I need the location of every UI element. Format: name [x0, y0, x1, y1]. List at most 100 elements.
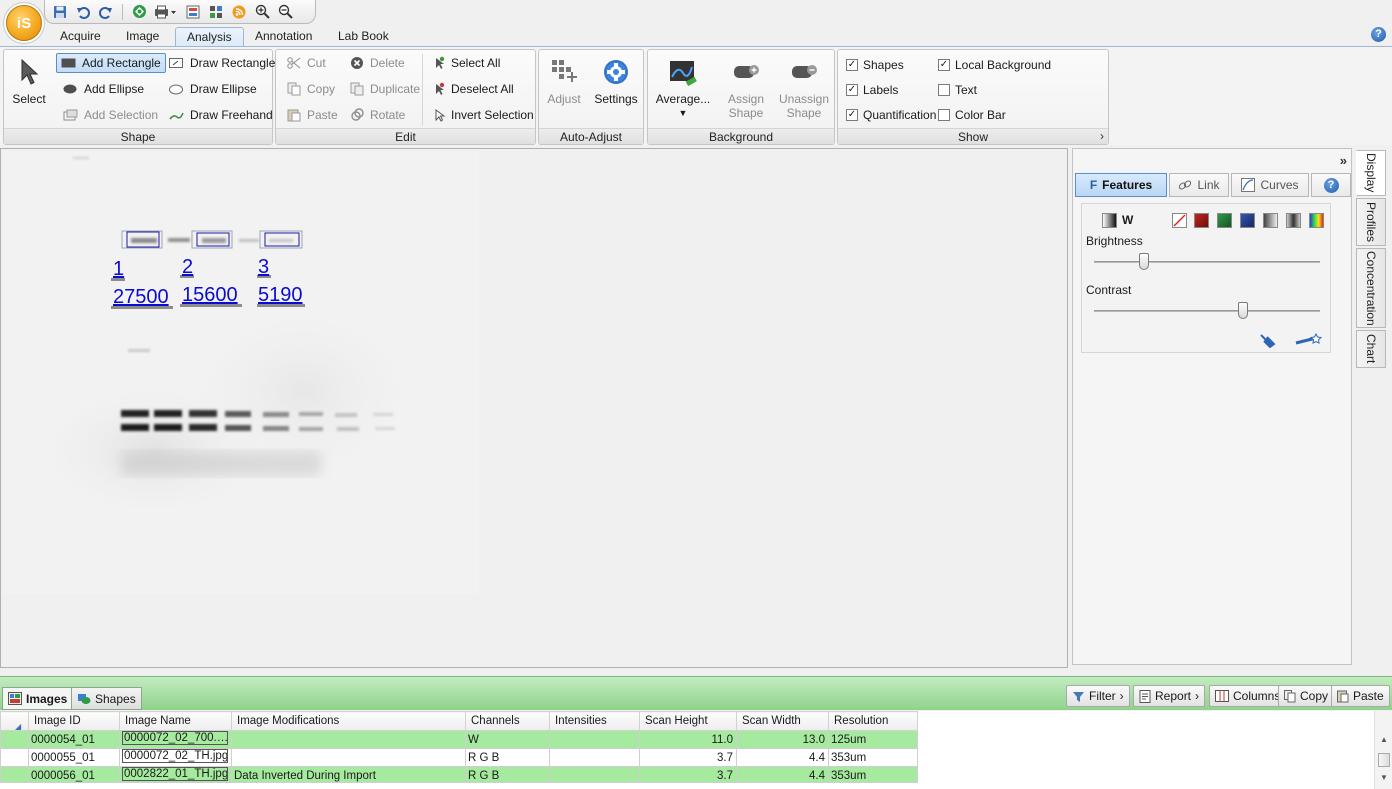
draw-freehand-button[interactable]: Draw Freehand [165, 105, 277, 125]
tab-acquire[interactable]: Acquire [50, 27, 111, 48]
show-text-checkbox[interactable]: Text [938, 83, 977, 97]
redo-icon[interactable] [97, 3, 115, 21]
green-swatch[interactable] [1217, 213, 1232, 228]
undo-icon[interactable] [74, 3, 92, 21]
invert-selection-button[interactable]: Invert Selection [429, 105, 538, 125]
average-button[interactable]: Average... ▼ [652, 56, 714, 120]
unassign-shape-button[interactable]: Unassign Shape [778, 56, 830, 120]
curves-icon [1241, 178, 1256, 192]
columns-button[interactable]: Columns [1209, 685, 1287, 707]
tab-images[interactable]: Images [2, 687, 74, 710]
contrast-slider[interactable] [1238, 302, 1249, 319]
cut-button[interactable]: Cut [283, 53, 330, 73]
rainbow-swatch[interactable] [1309, 213, 1324, 228]
tab-features[interactable]: F Features [1075, 173, 1167, 197]
draw-rectangle-button[interactable]: Draw Rectangle [165, 53, 279, 73]
column-header-image-name[interactable]: Image Name [119, 711, 232, 731]
brightness-slider[interactable] [1138, 253, 1149, 270]
column-header-image-id[interactable]: Image ID [28, 711, 120, 731]
collapse-panel-icon[interactable]: » [1340, 153, 1347, 168]
features-label: Features [1102, 178, 1153, 192]
auto-pick-icon[interactable] [1258, 332, 1276, 351]
column-header-image-modifications[interactable]: Image Modifications [231, 711, 466, 731]
side-tab-concentration[interactable]: Concentration [1356, 248, 1386, 328]
scan-icon[interactable] [130, 3, 148, 21]
partial-row [0, 782, 918, 789]
panel-help-button[interactable]: ? [1311, 173, 1351, 197]
grayscale-swatch[interactable] [1102, 213, 1117, 228]
column-header-intensities[interactable]: Intensities [549, 711, 640, 731]
table-row[interactable]: 0000054_01 0000072_02_700.… W 11.0 13.0 … [0, 730, 918, 749]
gel-image[interactable]: 1 2 3 27500 15600 5190 [3, 151, 479, 594]
add-rectangle-button[interactable]: Add Rectangle [56, 53, 166, 73]
save-icon[interactable] [51, 3, 69, 21]
side-tab-chart[interactable]: Chart [1356, 330, 1386, 368]
paste-button[interactable]: Paste [283, 105, 342, 125]
pointer-icon [13, 56, 45, 88]
tab-lab-book[interactable]: Lab Book [328, 27, 399, 48]
add-selection-button[interactable]: Add Selection [59, 105, 162, 125]
tab-shapes[interactable]: Shapes [71, 687, 142, 710]
cell-scan-width: 13.0 [736, 730, 829, 749]
table-row[interactable]: 0000055_01 0000072_02_TH.jpg R G B 3.7 4… [0, 748, 918, 767]
show-quantification-checkbox[interactable]: ✓ Quantification [846, 108, 936, 122]
column-header-resolution[interactable]: Resolution [828, 711, 918, 731]
image-workspace[interactable]: 1 2 3 27500 15600 5190 [0, 148, 1068, 668]
tab-image[interactable]: Image [116, 27, 169, 48]
reset-wand-icon[interactable] [1294, 332, 1323, 351]
row-selector[interactable] [0, 748, 29, 767]
column-header-channels[interactable]: Channels [465, 711, 550, 731]
blue-swatch[interactable] [1240, 213, 1255, 228]
rss-icon[interactable] [230, 3, 248, 21]
copy-button[interactable]: Copy [283, 79, 339, 99]
ribbon: Select Add Rectangle Add Ellipse Add Sel… [0, 46, 1392, 145]
scroll-down-icon[interactable]: ▼ [1380, 773, 1388, 782]
assign-shape-button[interactable]: Assign Shape [720, 56, 772, 120]
show-labels-checkbox[interactable]: ✓ Labels [846, 83, 898, 97]
export-icon[interactable] [184, 3, 202, 21]
tab-annotation[interactable]: Annotation [245, 27, 322, 48]
tab-analysis[interactable]: Analysis [175, 27, 244, 48]
adjust-button[interactable]: Adjust [543, 56, 585, 106]
inverted-gray-swatch[interactable] [1263, 213, 1278, 228]
rotate-button[interactable]: Rotate [346, 105, 409, 125]
draw-ellipse-button[interactable]: Draw Ellipse [165, 79, 261, 99]
tab-curves[interactable]: Curves [1231, 173, 1309, 197]
table-paste-button[interactable]: Paste [1331, 685, 1390, 707]
show-local-background-checkbox[interactable]: ✓ Local Background [938, 58, 1051, 72]
report-button[interactable]: Report › [1133, 685, 1206, 707]
add-ellipse-button[interactable]: Add Ellipse [59, 79, 148, 99]
grid-icon[interactable] [207, 3, 225, 21]
side-tab-display[interactable]: Display [1356, 150, 1386, 196]
table-scrollbar[interactable]: ▲ ▼ [1374, 711, 1392, 789]
row-selector-header[interactable]: ◢ [0, 711, 29, 731]
display-panel: » F Features Link Curves ? W Brightness [1072, 148, 1352, 665]
side-tab-profiles[interactable]: Profiles [1356, 198, 1386, 246]
text-check [938, 84, 950, 96]
deselect-all-button[interactable]: Deselect All [429, 79, 518, 99]
duplicate-button[interactable]: Duplicate [346, 79, 424, 99]
zoom-out-icon[interactable] [276, 3, 294, 21]
column-header-scan-height[interactable]: Scan Height [639, 711, 737, 731]
scroll-up-icon[interactable]: ▲ [1380, 735, 1388, 744]
help-icon[interactable]: ? [1371, 27, 1386, 42]
delete-button[interactable]: Delete [346, 53, 409, 73]
column-header-scan-width[interactable]: Scan Width [736, 711, 829, 731]
color-bar-label: Color Bar [955, 108, 1006, 122]
row-selector[interactable] [0, 730, 29, 749]
settings-button[interactable]: Settings [593, 56, 639, 106]
table-copy-button[interactable]: Copy [1278, 685, 1335, 707]
select-all-button[interactable]: Select All [429, 53, 504, 73]
show-color-bar-checkbox[interactable]: Color Bar [938, 108, 1006, 122]
zoom-in-icon[interactable] [253, 3, 271, 21]
show-shapes-checkbox[interactable]: ✓ Shapes [846, 58, 904, 72]
tab-link[interactable]: Link [1169, 173, 1229, 197]
select-button[interactable]: Select [11, 56, 47, 106]
contour-swatch[interactable] [1286, 213, 1301, 228]
print-icon[interactable] [153, 3, 179, 21]
scroll-thumb[interactable] [1378, 753, 1390, 767]
no-color-swatch[interactable] [1172, 213, 1187, 228]
show-expand-icon[interactable]: › [1100, 129, 1104, 143]
filter-button[interactable]: Filter › [1066, 685, 1130, 707]
red-swatch[interactable] [1194, 213, 1209, 228]
